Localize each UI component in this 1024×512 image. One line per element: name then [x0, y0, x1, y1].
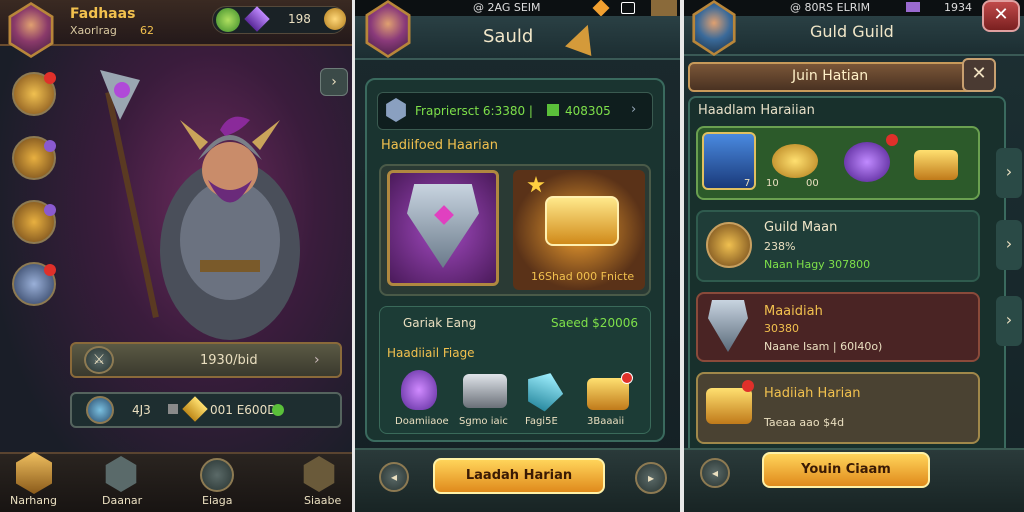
resource-left: 4J3 — [132, 403, 151, 417]
stats-value: 408305 — [565, 104, 611, 118]
row-line: Naane Isam | 60I40o) — [764, 340, 883, 353]
wifi-icon — [906, 2, 920, 12]
resource-right: 001 E600D — [210, 403, 277, 417]
stats-line: Frapriersct 6:3380 | — [415, 104, 533, 118]
swords-icon: ⚔ — [84, 346, 114, 374]
sub-right-label: Saeed $20006 — [551, 316, 638, 330]
anvil-item-icon[interactable] — [463, 374, 507, 408]
notification-dot — [621, 372, 633, 384]
game-screen: Fadhaas Xaorlrag 62 198 › ⚔ 1930/bid › 4… — [0, 0, 1024, 512]
section-title: Haadiiail Fiage — [387, 346, 475, 360]
chevron-right-icon[interactable]: › — [631, 102, 636, 117]
player-level: 62 — [140, 24, 154, 37]
close-icon[interactable]: ✕ — [962, 58, 996, 92]
green-gem-icon — [216, 8, 240, 32]
green-gem-icon — [547, 104, 559, 116]
nav-item-label[interactable]: Narhang — [10, 494, 57, 507]
item-label: Doamiiaoe — [395, 416, 449, 427]
gold-chest-icon — [706, 388, 752, 424]
close-icon[interactable]: ✕ — [982, 0, 1020, 32]
upgrade-bar-label: 1930/bid — [200, 353, 258, 368]
row-title: Guild Maan — [764, 220, 838, 235]
row-title: Maaidiah — [764, 304, 823, 319]
row-line: Taeaa aao $4d — [764, 416, 845, 429]
item-label: Fagi5E — [525, 416, 558, 427]
guild-panel: @ 80RS ELRIM 1934 Guld Guild ✕ Juin Hati… — [684, 0, 1024, 512]
nav-item-label[interactable]: Daanar — [102, 494, 142, 507]
gold-chest-icon — [914, 150, 958, 180]
chevron-right-icon[interactable]: › — [996, 220, 1022, 270]
row-title: Hadiiah Harian — [764, 386, 861, 401]
hero-character-art — [100, 70, 300, 340]
nav-item-label[interactable]: Eiaga — [202, 494, 232, 507]
crystal-item-icon[interactable] — [401, 370, 437, 410]
reward-label: 16Shad 000 Fnicte — [531, 270, 635, 283]
badge-count: 7 — [744, 178, 751, 189]
item-label: 3Baaaii — [587, 416, 625, 427]
currency-value: 198 — [288, 12, 311, 26]
chevron-right-icon: › — [314, 352, 320, 368]
section-title: Hadiifoed Haarian — [381, 138, 498, 153]
banner-title: Juin Hatian — [792, 68, 869, 84]
rewards-panel: @ 2AG SEIM Sauld Frapriersct 6:3380 | 40… — [355, 0, 680, 512]
sub-left-label: Gariak Eang — [403, 316, 477, 330]
guild-emblem-icon — [706, 222, 752, 268]
notification-dot — [886, 134, 898, 146]
gold-coins-icon — [772, 144, 818, 178]
nav-gear-icon[interactable] — [200, 458, 234, 492]
row-line: 238% — [764, 240, 796, 253]
back-arrow-icon[interactable]: ◂ — [700, 458, 730, 488]
section-title: Haadlam Haraiian — [698, 103, 815, 118]
notification-dot — [742, 380, 754, 392]
purple-badge — [44, 140, 56, 152]
chevron-right-icon[interactable]: › — [996, 296, 1022, 346]
gold-coin-icon — [324, 8, 346, 30]
panel-title: Sauld — [483, 26, 534, 47]
chevron-right-icon[interactable]: › — [996, 148, 1022, 198]
row-line: Naan Hagy 307800 — [764, 258, 871, 271]
purple-badge — [44, 204, 56, 216]
notification-dot — [44, 72, 56, 84]
inbox-icon — [621, 2, 635, 14]
badge-count: 00 — [806, 178, 819, 189]
badge-count: 10 — [766, 178, 779, 189]
panel-title: Guld Guild — [810, 22, 894, 41]
gold-bar-icon — [545, 196, 619, 246]
green-dot-icon — [272, 404, 284, 416]
item-label: Sgmo iaic — [459, 416, 508, 427]
status-text: @ 2AG SEIM — [473, 1, 541, 14]
status-text: @ 80RS ELRIM — [790, 1, 871, 14]
back-arrow-icon[interactable]: ◂ — [379, 462, 409, 492]
hero-panel: Fadhaas Xaorlrag 62 198 › ⚔ 1930/bid › 4… — [0, 0, 352, 512]
nav-item-label[interactable]: Siaabe — [304, 494, 341, 507]
row-line: 30380 — [764, 322, 799, 335]
status-right: 1934 — [944, 1, 972, 14]
player-name: Fadhaas — [70, 6, 136, 22]
notification-dot — [44, 264, 56, 276]
box-icon — [168, 404, 178, 414]
purple-orbs-icon — [844, 142, 890, 182]
chest-icon — [651, 0, 677, 16]
player-subtitle: Xaorlrag — [70, 24, 117, 37]
claim-harian-button[interactable]: Laadah Harian — [433, 458, 605, 494]
shield-icon — [86, 396, 114, 424]
join-claim-button[interactable]: Youin Ciaam — [762, 452, 930, 488]
forward-arrow-icon[interactable]: ▸ — [635, 462, 667, 494]
